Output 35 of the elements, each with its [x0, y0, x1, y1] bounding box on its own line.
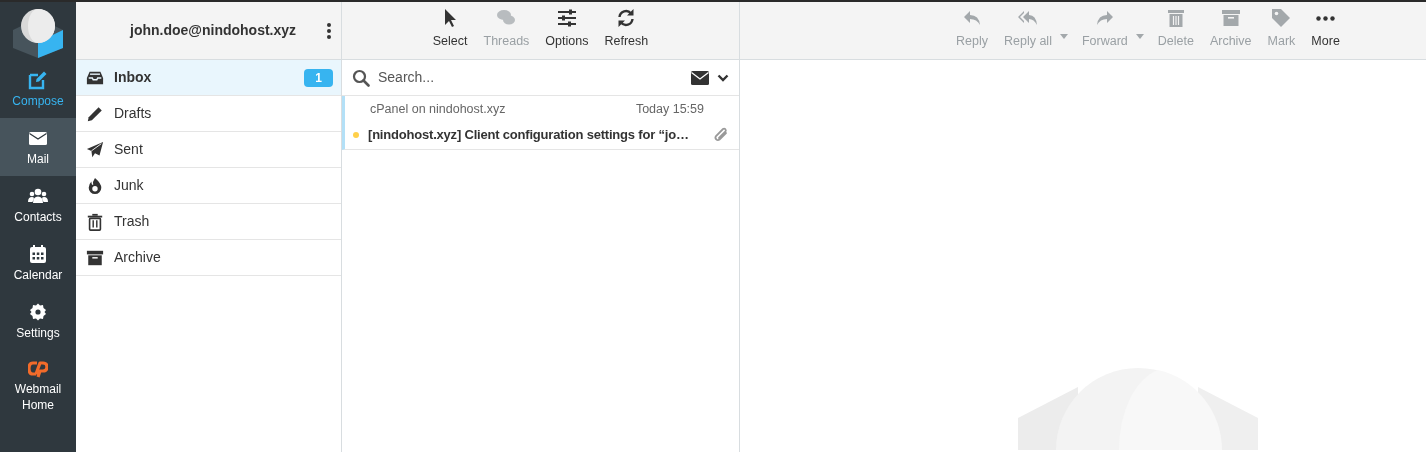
folder-item[interactable]: Inbox 1 — [76, 60, 341, 96]
chevron-down-icon[interactable] — [717, 73, 729, 82]
trash-icon — [1165, 8, 1186, 29]
gear-icon — [28, 301, 48, 322]
nav-item[interactable]: Webmail Home — [0, 350, 76, 416]
toolbar-button[interactable]: Refresh — [596, 8, 657, 51]
archive-box-icon — [86, 248, 104, 267]
message-row[interactable]: cPanel on nindohost.xyz Today 15:59 [nindohost.xyz] Client configuration settings for “jo… — [342, 96, 739, 150]
edit-icon — [28, 69, 48, 90]
ellipsis-icon — [1316, 15, 1336, 21]
message-subject: [nindohost.xyz] Client configuration settings for “jo… — [368, 126, 690, 145]
flame-icon — [86, 176, 104, 195]
sliders-icon — [556, 8, 577, 29]
refresh-icon — [616, 8, 637, 29]
nav-item[interactable]: Contacts — [0, 176, 76, 234]
message-sender: cPanel on nindohost.xyz — [370, 101, 506, 119]
nav-item[interactable]: Compose — [0, 60, 76, 118]
nav-item[interactable]: Settings — [0, 292, 76, 350]
search-field[interactable]: Search... — [378, 67, 683, 88]
tag-icon — [1271, 8, 1292, 29]
toolbar-button[interactable]: Options — [537, 8, 597, 51]
paper-plane-icon — [86, 140, 104, 159]
envelope-icon[interactable] — [691, 70, 709, 85]
toolbar-button[interactable]: More — [1303, 8, 1348, 51]
archive-box-icon — [1220, 8, 1241, 29]
toolbar-button[interactable]: Select — [424, 8, 476, 51]
nav-item[interactable]: Mail — [0, 118, 76, 176]
unread-count-badge: 1 — [304, 68, 333, 87]
search-icon — [352, 68, 370, 87]
calendar-icon — [28, 243, 48, 264]
message-date: Today 15:59 — [635, 101, 704, 119]
pencil-icon — [86, 104, 104, 123]
trash-icon — [86, 212, 104, 231]
account-email: john.doe@nindohost.xyz — [130, 21, 298, 40]
nav-item[interactable]: Calendar — [0, 234, 76, 292]
